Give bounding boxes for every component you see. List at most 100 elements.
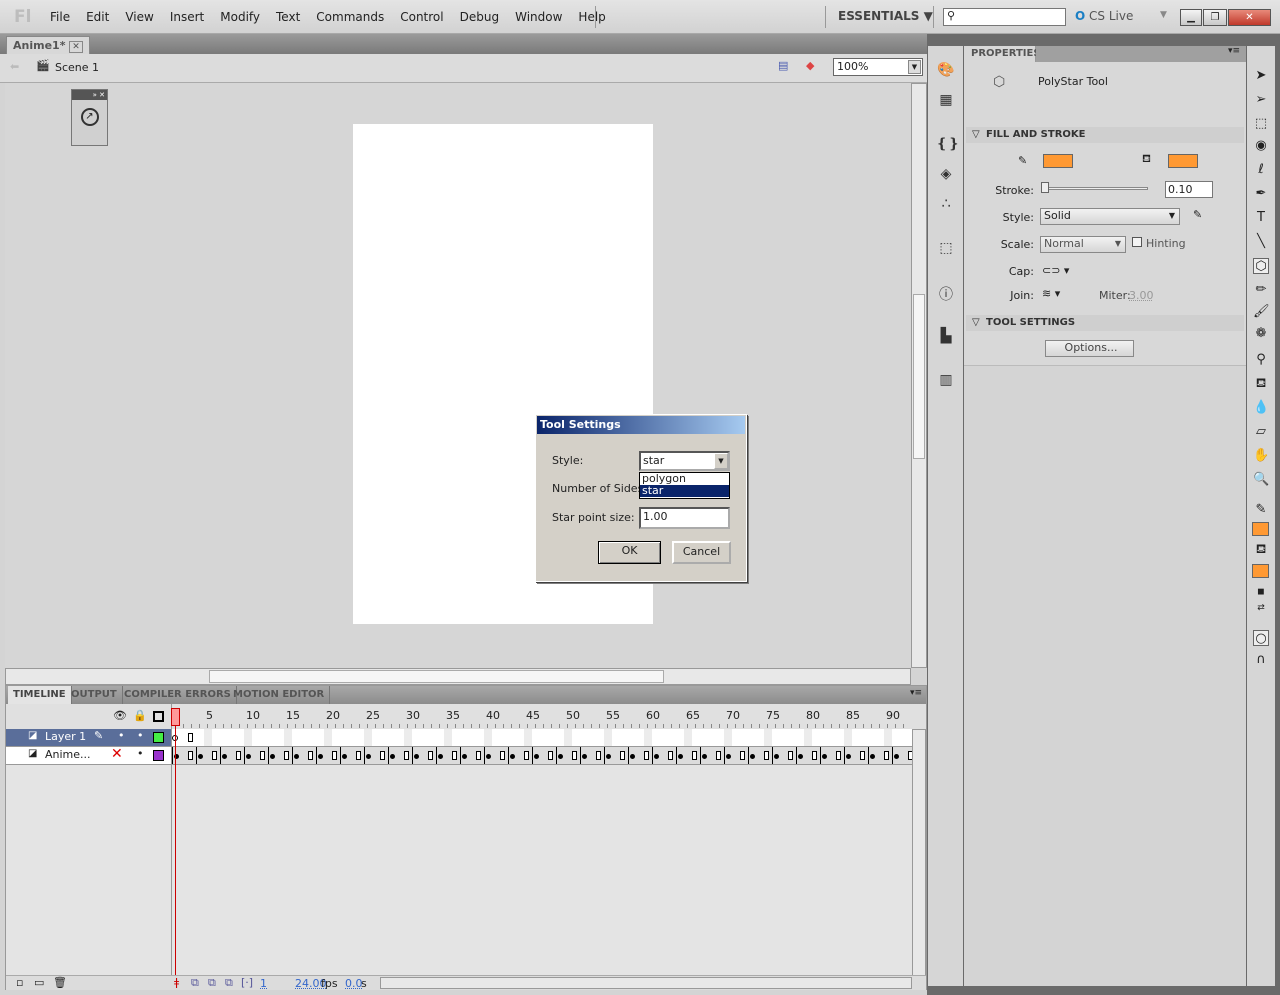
- frame-track[interactable]: [172, 747, 913, 764]
- lock-dot[interactable]: •: [137, 747, 144, 760]
- motion-presets-icon[interactable]: ∴: [936, 196, 956, 216]
- components-icon[interactable]: ◈: [936, 166, 956, 186]
- keyframe[interactable]: [438, 754, 443, 759]
- fill-color-swatch[interactable]: [1252, 564, 1269, 578]
- panel-menu-icon[interactable]: ▾≡: [1036, 46, 1246, 62]
- modify-markers-icon[interactable]: [·]: [241, 976, 253, 989]
- horizontal-scrollbar[interactable]: [5, 668, 911, 685]
- swap-colors-icon[interactable]: ⇄: [1253, 600, 1269, 616]
- keyframe[interactable]: [870, 754, 875, 759]
- lock-dot[interactable]: •: [137, 729, 144, 742]
- new-layer-icon[interactable]: ▫: [16, 976, 23, 989]
- 3d-rotation-tool-icon[interactable]: ◉: [1253, 138, 1269, 154]
- swatch-arrow-icon[interactable]: ↗: [80, 108, 99, 126]
- swatches-icon[interactable]: ▦: [936, 92, 956, 112]
- scale-select[interactable]: Normal ▼: [1040, 236, 1126, 253]
- layer-outline-color[interactable]: [153, 750, 164, 761]
- free-transform-tool-icon[interactable]: ⬚: [1253, 116, 1269, 132]
- library-icon[interactable]: ▥: [936, 372, 956, 392]
- stroke-width-input[interactable]: 0.10: [1165, 181, 1213, 198]
- zoom-select[interactable]: 100% ▼: [833, 58, 923, 76]
- keyframe[interactable]: [606, 754, 611, 759]
- keyframe[interactable]: [678, 754, 683, 759]
- star-point-input[interactable]: 1.00: [639, 507, 730, 529]
- pen-tool-icon[interactable]: ✒: [1253, 186, 1269, 202]
- lock-icon[interactable]: 🔒: [133, 709, 147, 722]
- hand-tool-icon[interactable]: ✋: [1253, 448, 1269, 464]
- layer-name[interactable]: Layer 1: [45, 730, 86, 743]
- brush-tool-icon[interactable]: 🖌: [1253, 304, 1270, 320]
- keyframe[interactable]: [726, 754, 731, 759]
- keyframe[interactable]: [222, 754, 227, 759]
- center-frame-icon[interactable]: ǂ: [174, 976, 179, 989]
- lasso-tool-icon[interactable]: ℓ: [1253, 162, 1269, 178]
- timeline-vertical-scrollbar[interactable]: [912, 729, 926, 976]
- keyframe[interactable]: [702, 754, 707, 759]
- menu-control[interactable]: Control: [392, 10, 451, 24]
- keyframe[interactable]: [270, 754, 275, 759]
- style-select[interactable]: star ▼: [639, 451, 730, 471]
- menu-debug[interactable]: Debug: [452, 10, 507, 24]
- workspace-switcher[interactable]: ESSENTIALS ▼: [838, 9, 933, 23]
- keyframe[interactable]: [558, 754, 563, 759]
- menu-edit[interactable]: Edit: [78, 10, 117, 24]
- stroke-style-select[interactable]: Solid ▼: [1040, 208, 1180, 225]
- menu-insert[interactable]: Insert: [162, 10, 212, 24]
- layer-row[interactable]: ◪ Layer 1 ✎ • •: [6, 729, 912, 747]
- scene-breadcrumb[interactable]: Scene 1: [55, 61, 99, 74]
- snap-magnet-icon[interactable]: ∩: [1253, 652, 1269, 668]
- trash-icon[interactable]: 🗑: [53, 976, 67, 989]
- slider-handle[interactable]: [1041, 182, 1049, 193]
- tab-timeline[interactable]: TIMELINE: [8, 686, 72, 704]
- keyframe[interactable]: [414, 754, 419, 759]
- ok-button[interactable]: OK: [598, 541, 661, 564]
- align-icon[interactable]: ▙: [936, 328, 956, 348]
- cs-live-dropdown-icon[interactable]: ▼: [1160, 10, 1167, 20]
- keyframe[interactable]: [510, 754, 515, 759]
- panel-menu-icon[interactable]: ▾≡: [910, 688, 922, 698]
- edit-multiple-frames-icon[interactable]: ⧉: [225, 976, 233, 990]
- menu-file[interactable]: File: [42, 10, 78, 24]
- document-tab[interactable]: Anime1* ✕: [6, 36, 90, 54]
- frame-track[interactable]: [172, 729, 912, 746]
- panel-header[interactable]: » ✕: [72, 90, 107, 100]
- tab-compiler-errors[interactable]: COMPILER ERRORS: [119, 686, 237, 704]
- deco-tool-icon[interactable]: ❁: [1253, 326, 1269, 342]
- chevron-down-icon[interactable]: ▼: [714, 453, 728, 469]
- menu-window[interactable]: Window: [507, 10, 570, 24]
- cap-round-icon[interactable]: ⊂⊃ ▾: [1042, 264, 1069, 277]
- scroll-thumb[interactable]: [209, 670, 664, 683]
- layer-name[interactable]: Anime...: [45, 748, 91, 761]
- menu-text[interactable]: Text: [268, 10, 308, 24]
- close-tab-icon[interactable]: ✕: [69, 41, 83, 53]
- back-arrow-icon[interactable]: ⬅: [10, 60, 19, 73]
- black-white-icon[interactable]: ◼: [1253, 584, 1269, 600]
- keyframe[interactable]: [582, 754, 587, 759]
- stroke-color-swatch[interactable]: [1252, 522, 1269, 536]
- color-palette-icon[interactable]: 🎨: [936, 62, 956, 82]
- help-search-input[interactable]: ⚲: [943, 8, 1066, 26]
- join-round-icon[interactable]: ≋ ▾: [1042, 287, 1060, 300]
- tab-motion-editor[interactable]: MOTION EDITOR: [228, 686, 331, 704]
- paint-bucket-tool-icon[interactable]: ⛾: [1253, 376, 1269, 392]
- menu-view[interactable]: View: [117, 10, 161, 24]
- fill-color-swatch[interactable]: [1168, 154, 1198, 168]
- onion-outline-icon[interactable]: ⧉: [208, 976, 216, 990]
- zoom-tool-icon[interactable]: 🔍: [1253, 472, 1269, 488]
- current-frame[interactable]: 1: [260, 977, 267, 990]
- options-button[interactable]: Options...: [1045, 340, 1134, 357]
- menu-modify[interactable]: Modify: [212, 10, 268, 24]
- keyframe[interactable]: [654, 754, 659, 759]
- keyframe[interactable]: [750, 754, 755, 759]
- minimize-button[interactable]: ▁: [1180, 9, 1202, 26]
- keyframe[interactable]: [342, 754, 347, 759]
- playhead[interactable]: [171, 708, 180, 726]
- keyframe[interactable]: [486, 754, 491, 759]
- keyframe[interactable]: [294, 754, 299, 759]
- bone-tool-icon[interactable]: ⚲: [1253, 352, 1269, 368]
- keyframe[interactable]: [366, 754, 371, 759]
- polystar-tool-icon[interactable]: ⬡: [1253, 258, 1269, 274]
- visibility-dot[interactable]: •: [118, 729, 125, 742]
- timeline-horizontal-scrollbar[interactable]: [380, 977, 912, 989]
- menu-help[interactable]: Help: [570, 10, 613, 24]
